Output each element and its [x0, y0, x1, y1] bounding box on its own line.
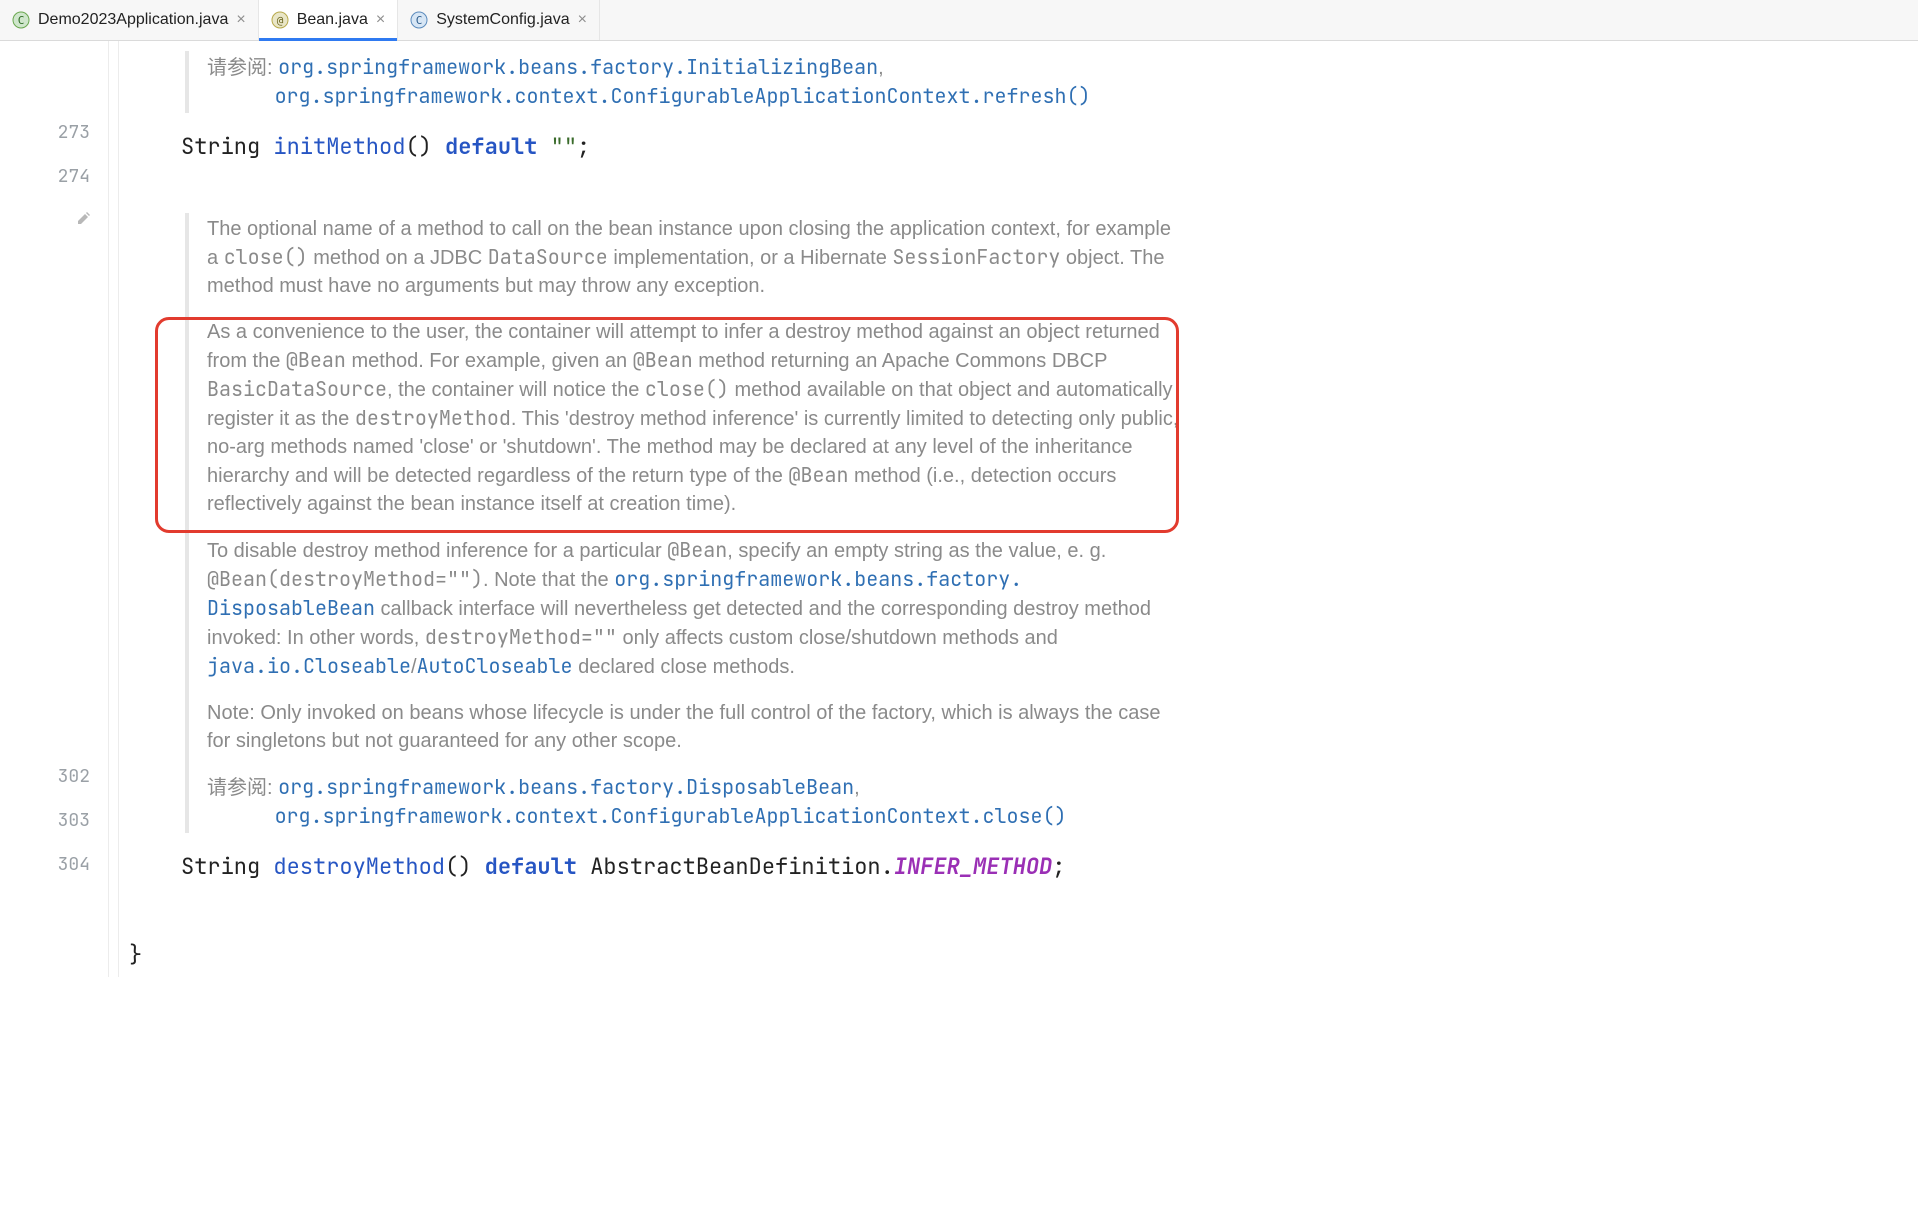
editor-wrap: 273 274 302 303 304 请参阅: org.springframe… — [0, 41, 1918, 977]
close-icon[interactable]: × — [578, 12, 587, 28]
code-line-302[interactable]: String destroyMethod() default AbstractB… — [181, 845, 1888, 889]
editor-tabs: C Demo2023Application.java × @ Bean.java… — [0, 0, 1918, 41]
blank-line-274 — [119, 169, 1888, 213]
close-icon[interactable]: × — [236, 12, 245, 28]
javadoc-link[interactable]: org.springframework.context.Configurable… — [275, 83, 1091, 109]
line-number: 274 — [0, 155, 90, 199]
line-number: 304 — [0, 843, 90, 887]
line-number: 273 — [0, 111, 90, 155]
gutter-spacer — [0, 199, 90, 227]
javadoc-link[interactable]: org.springframework.beans.factory.Initia… — [278, 54, 878, 80]
see-label: 请参阅: — [207, 57, 273, 79]
annotation-icon: @ — [271, 11, 289, 29]
line-number: 303 — [0, 799, 90, 843]
line-number: 302 — [0, 755, 90, 799]
pencil-icon[interactable] — [76, 199, 92, 243]
tab-systemconfig[interactable]: C SystemConfig.java × — [398, 0, 600, 40]
javadoc-initmethod-see: 请参阅: org.springframework.beans.factory.I… — [185, 51, 1187, 113]
javadoc-link[interactable]: org.springframework.beans.factory.Dispos… — [278, 774, 854, 800]
see-label: 请参阅: — [207, 777, 273, 799]
code-area[interactable]: 请参阅: org.springframework.beans.factory.I… — [119, 41, 1918, 977]
blank-line-303 — [119, 889, 1888, 933]
svg-text:@: @ — [276, 14, 283, 27]
code-line-273[interactable]: String initMethod() default ""; — [181, 125, 1888, 169]
code-line-304[interactable]: } — [129, 933, 1888, 977]
editor: 273 274 302 303 304 请参阅: org.springframe… — [0, 41, 1918, 977]
tab-label: Bean.java — [297, 11, 368, 29]
javadoc-link[interactable]: org.springframework.context.Configurable… — [275, 803, 1067, 829]
javadoc-destroymethod: The optional name of a method to call on… — [185, 213, 1187, 833]
svg-text:C: C — [18, 14, 25, 27]
javadoc-see-block: 请参阅: org.springframework.beans.factory.D… — [207, 773, 1187, 831]
tab-bean[interactable]: @ Bean.java × — [259, 0, 399, 40]
tab-label: Demo2023Application.java — [38, 11, 228, 29]
javadoc-paragraph-highlighted: As a convenience to the user, the contai… — [207, 318, 1187, 518]
fold-rail[interactable] — [108, 41, 119, 977]
class-icon: C — [12, 11, 30, 29]
javadoc-paragraph: Note: Only invoked on beans whose lifecy… — [207, 699, 1187, 755]
tab-demo2023application[interactable]: C Demo2023Application.java × — [0, 0, 259, 40]
tab-label: SystemConfig.java — [436, 11, 569, 29]
close-icon[interactable]: × — [376, 12, 385, 28]
class-icon: C — [410, 11, 428, 29]
svg-text:C: C — [416, 14, 423, 27]
javadoc-link[interactable]: AutoCloseable — [417, 653, 573, 679]
javadoc-paragraph: To disable destroy method inference for … — [207, 536, 1187, 681]
javadoc-link[interactable]: java.io.Closeable — [207, 653, 411, 679]
gutter: 273 274 302 303 304 — [0, 41, 108, 977]
javadoc-paragraph: The optional name of a method to call on… — [207, 215, 1187, 300]
